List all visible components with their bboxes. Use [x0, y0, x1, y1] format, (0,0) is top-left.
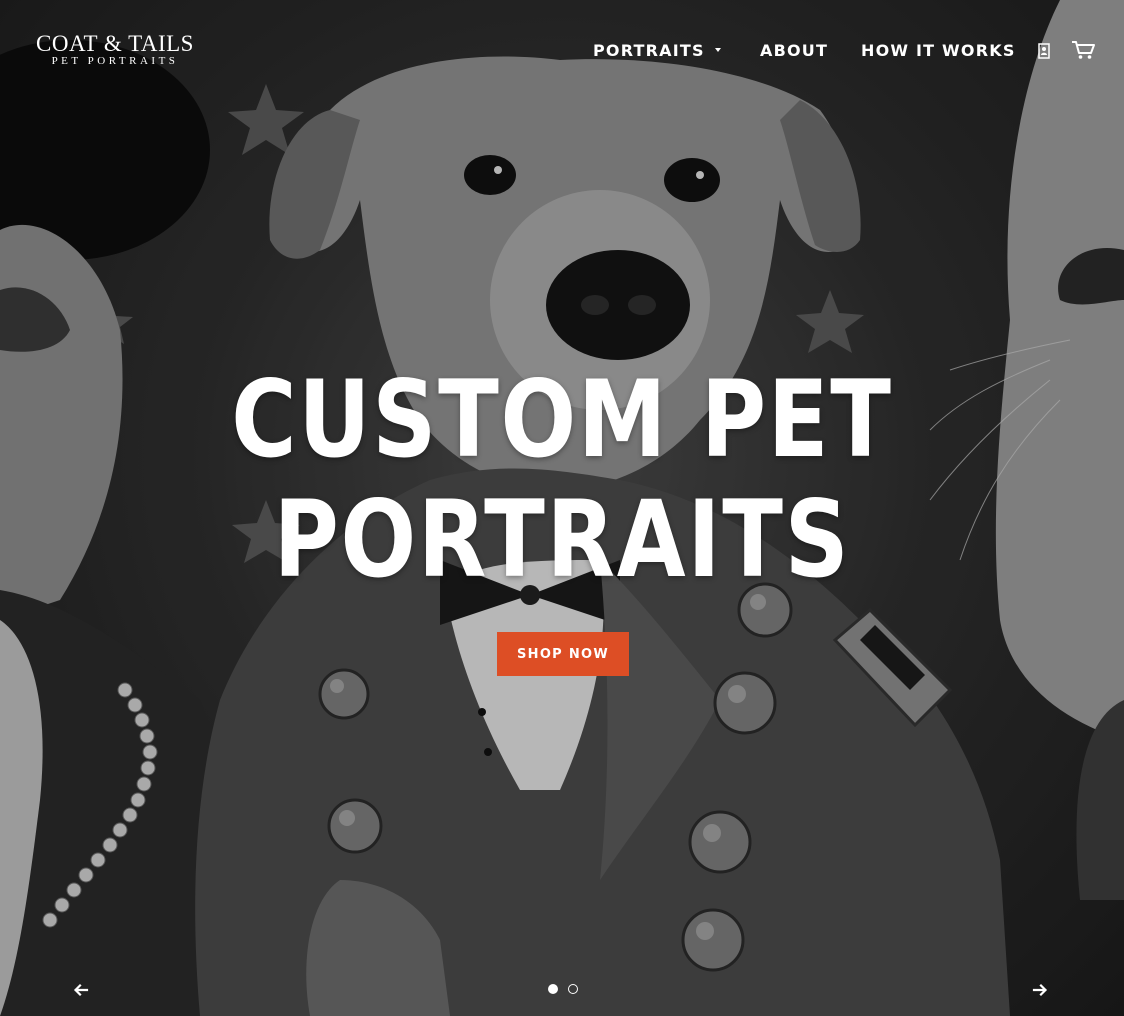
nav-item-label: PORTRAITS [593, 41, 705, 60]
nav-item-label: ABOUT [760, 41, 829, 60]
nav-item-how-it-works[interactable]: HOW IT WORKS [861, 41, 1016, 60]
nav-item-portraits[interactable]: PORTRAITS [593, 41, 721, 60]
arrow-right-icon[interactable] [1030, 980, 1050, 1000]
slide-dot-2[interactable] [568, 984, 578, 994]
slide-dot-1[interactable] [548, 984, 558, 994]
site-logo[interactable]: COAT & TAILS PET PORTRAITS [24, 31, 206, 67]
nav-item-about[interactable]: ABOUT [760, 41, 828, 60]
logo-subtitle: PET PORTRAITS [51, 55, 179, 67]
arrow-left-icon[interactable] [71, 980, 91, 1000]
hero-headline-line-2: PORTRAITS [273, 478, 851, 601]
cart-icon[interactable] [1071, 40, 1095, 60]
account-icon[interactable] [1038, 43, 1050, 59]
nav-item-label: HOW IT WORKS [861, 41, 1016, 60]
hero-headline-line-1: CUSTOM PET [231, 358, 893, 481]
caret-down-icon [714, 47, 721, 52]
hero-headline: CUSTOM PET PORTRAITS [90, 360, 1034, 600]
shop-now-button[interactable]: SHOP NOW [497, 632, 629, 676]
logo-title: COAT & TAILS [36, 31, 194, 56]
